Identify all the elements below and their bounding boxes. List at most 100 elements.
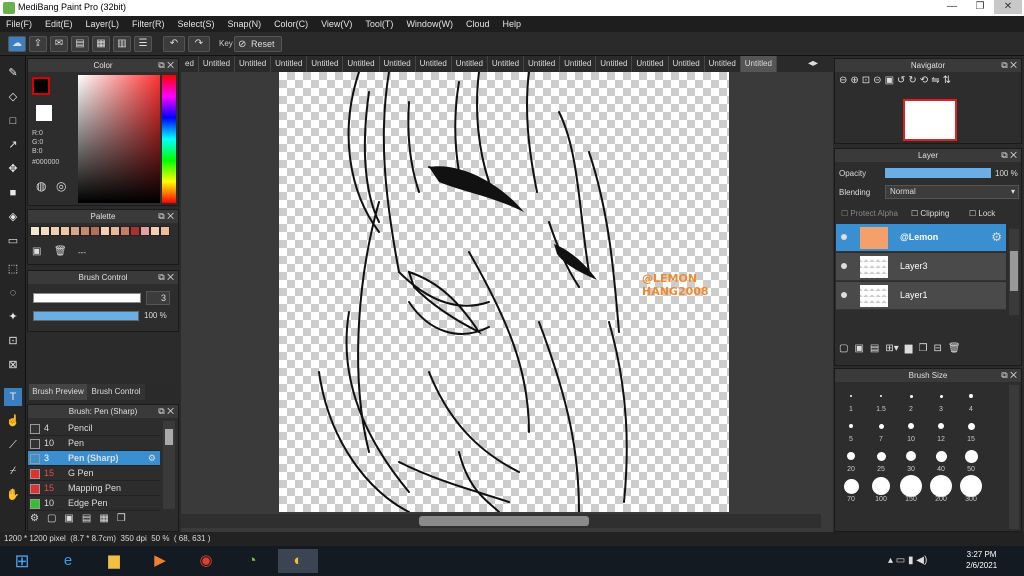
merge-layer-icon[interactable]: ⊟	[933, 343, 941, 354]
menu-cloud[interactable]: Cloud	[466, 16, 490, 32]
maximize-button[interactable]: ❐	[966, 0, 994, 14]
bucket-tool-icon[interactable]: ◈	[4, 208, 22, 226]
visibility-icon[interactable]	[841, 263, 847, 269]
menu-color[interactable]: Color(C)	[274, 16, 308, 32]
reset-button[interactable]: ⊘ Reset	[234, 36, 282, 52]
rotate-left-icon[interactable]: ↺	[897, 75, 905, 86]
brush-item[interactable]: 10 Edge Pen	[28, 496, 160, 511]
brush-tool-icon[interactable]: ✎	[4, 64, 22, 82]
menu-snap[interactable]: Snap(N)	[228, 16, 262, 32]
panel-close-icon[interactable]: ⧉ ✕	[1001, 59, 1017, 72]
palette-swatch[interactable]	[30, 226, 40, 236]
tab-untitled[interactable]: Untitled	[271, 56, 308, 72]
new-brush-icon[interactable]: ▢	[47, 513, 56, 524]
palette-wheel-icon[interactable]: ◍	[36, 179, 46, 193]
brush-size-option[interactable]: 40	[926, 444, 956, 474]
hue-slider[interactable]	[162, 75, 176, 203]
add-layer-dropdown-icon[interactable]: ⊞▾	[885, 343, 898, 354]
palette-swatch[interactable]	[40, 226, 50, 236]
tab-untitled[interactable]: Untitled	[452, 56, 488, 72]
palette-swatch[interactable]	[60, 226, 70, 236]
saturation-picker[interactable]	[78, 75, 160, 203]
magic-wand-tool-icon[interactable]: ✦	[4, 308, 22, 326]
duplicate-layer-icon[interactable]: ❐	[918, 343, 927, 354]
menu-file[interactable]: File(F)	[6, 16, 32, 32]
copy-brush-icon[interactable]: ▤	[82, 513, 91, 524]
tab-untitled[interactable]: Untitled	[740, 56, 777, 72]
navigator-thumbnail[interactable]	[903, 99, 957, 141]
menu-help[interactable]: Help	[502, 16, 521, 32]
tab-untitled[interactable]: Untitled	[524, 56, 561, 72]
palette-swatch[interactable]	[140, 226, 150, 236]
tab-brush-preview[interactable]: Brush Preview	[29, 384, 87, 400]
medibang-alt-icon[interactable]: ◔	[232, 549, 272, 573]
ie-icon[interactable]: e	[48, 549, 88, 573]
brush-size-value[interactable]: 3	[146, 291, 170, 305]
brush-item[interactable]: 15 G Pen	[28, 466, 160, 481]
zoom-minus-icon[interactable]: ⊝	[873, 75, 881, 86]
delete-layer-icon[interactable]: 🗑	[948, 343, 961, 354]
chrome-icon[interactable]: ◉	[186, 549, 226, 573]
medibang-icon[interactable]: ◐	[278, 549, 318, 573]
new-layer-alt-icon[interactable]: ▣	[854, 343, 863, 354]
menu-edit[interactable]: Edit(E)	[45, 16, 73, 32]
rotate-right-icon[interactable]: ↻	[908, 75, 916, 86]
operation-tool-icon[interactable]: ☝	[4, 412, 22, 430]
brush-size-option[interactable]: 30	[896, 444, 926, 474]
dot-tool-icon[interactable]: □	[4, 112, 22, 130]
tab-untitled[interactable]: ed	[181, 56, 199, 72]
brush-size-option[interactable]: 25	[866, 444, 896, 474]
brush-size-option[interactable]: 1.5	[866, 384, 896, 414]
grid-icon[interactable]: ▥	[113, 36, 131, 52]
explorer-icon[interactable]: ▆	[94, 549, 134, 573]
add-brush-icon[interactable]: ▣	[64, 513, 73, 524]
gear-icon[interactable]: ⚙	[148, 451, 156, 466]
tab-untitled[interactable]: Untitled	[199, 56, 236, 72]
folder-brush-icon[interactable]: ▦	[99, 513, 108, 524]
panel-close-icon[interactable]: ⧉ ✕	[158, 59, 174, 72]
scrollbar-thumb[interactable]	[419, 516, 589, 526]
fit-icon[interactable]: ⊡	[862, 75, 870, 86]
tab-untitled[interactable]: Untitled	[560, 56, 597, 72]
layers-icon[interactable]: ▤	[71, 36, 89, 52]
panel-close-icon[interactable]: ⧉ ✕	[1001, 369, 1017, 382]
list-icon[interactable]: ☰	[134, 36, 152, 52]
layer-scrollbar[interactable]	[1009, 229, 1019, 315]
brush-size-option[interactable]: 1	[836, 384, 866, 414]
menu-window[interactable]: Window(W)	[406, 16, 453, 32]
tab-scroll-icon[interactable]: ◂▸	[808, 58, 818, 69]
select-eraser-tool-icon[interactable]: ⊠	[4, 356, 22, 374]
text-tool-icon[interactable]: T	[4, 388, 22, 406]
redo-icon[interactable]: ↷	[188, 36, 210, 52]
protect-alpha-checkbox[interactable]: ☐	[841, 209, 850, 218]
hand-tool-icon[interactable]: ✋	[4, 486, 22, 504]
brush-size-scrollbar[interactable]	[1009, 385, 1019, 529]
palette-swatch[interactable]	[150, 226, 160, 236]
clipping-checkbox[interactable]: ☐	[911, 209, 920, 218]
brush-size-option[interactable]: 300	[956, 474, 986, 504]
brush-item[interactable]: 10 Pen	[28, 436, 160, 451]
tab-untitled[interactable]: Untitled	[235, 56, 272, 72]
brush-size-option[interactable]: 7	[866, 414, 896, 444]
tray-icons[interactable]: ▴ ▭ ▮ ◀)	[888, 555, 927, 566]
brush-size-option[interactable]: 70	[836, 474, 866, 504]
panel-close-icon[interactable]: ⧉ ✕	[158, 405, 174, 418]
brush-item[interactable]: 3 Pen (Sharp) ⚙	[28, 451, 160, 466]
delete-color-icon[interactable]: 🗑	[54, 246, 67, 257]
brush-size-option[interactable]: 10	[896, 414, 926, 444]
brush-size-option[interactable]: 50	[956, 444, 986, 474]
palette-swatch[interactable]	[50, 226, 60, 236]
brush-size-option[interactable]: 100	[866, 474, 896, 504]
tab-brush-control[interactable]: Brush Control	[87, 384, 145, 400]
tab-untitled[interactable]: Untitled	[596, 56, 633, 72]
palette-swatch[interactable]	[90, 226, 100, 236]
palette-swatch[interactable]	[100, 226, 110, 236]
tab-untitled[interactable]: Untitled	[705, 56, 741, 72]
brush-size-option[interactable]: 2	[896, 384, 926, 414]
palette-swatch[interactable]	[80, 226, 90, 236]
panel-close-icon[interactable]: ⧉ ✕	[1001, 149, 1017, 162]
sub-color-swatch[interactable]	[36, 105, 52, 121]
canvas[interactable]: @LEMON HANG2008	[279, 72, 729, 512]
select-pen-tool-icon[interactable]: ⊡	[4, 332, 22, 350]
lock-checkbox[interactable]: ☐	[969, 209, 978, 218]
